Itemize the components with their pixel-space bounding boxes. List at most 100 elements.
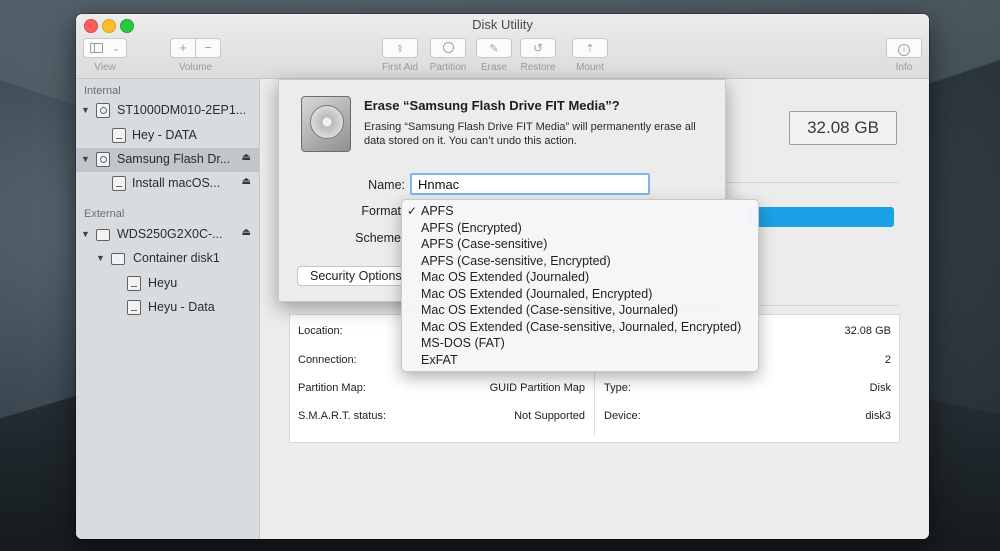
sidebar-item-label: Hey - DATA (132, 128, 197, 142)
disk-icon (96, 103, 110, 118)
erase-label: Erase (480, 62, 508, 73)
format-option-label: Mac OS Extended (Case-sensitive, Journal… (421, 303, 679, 317)
format-option-hfs-journaled-encrypted[interactable]: Mac OS Extended (Journaled, Encrypted) (402, 286, 758, 303)
erase-icon: ✎ (489, 43, 499, 55)
checkmark-icon: ✓ (407, 204, 418, 218)
scheme-label: Scheme (355, 231, 401, 245)
info-smart-status-value: Not Supported (514, 410, 585, 422)
format-option-label: MS-DOS (FAT) (421, 336, 505, 350)
info-icon: i (898, 44, 910, 56)
sidebar-item-label: Container disk1 (133, 251, 220, 265)
sidebar-item-container-disk1[interactable]: ▼ Container disk1 (76, 247, 259, 271)
remove-volume-button[interactable]: − (195, 38, 221, 58)
volume-label: Volume (178, 62, 213, 73)
info-capacity-value: 32.08 GB (844, 325, 891, 337)
add-volume-button[interactable]: + (170, 38, 196, 58)
format-label: Format (361, 204, 401, 218)
eject-icon[interactable]: ⏏ (242, 176, 251, 187)
format-option-label: APFS (Encrypted) (421, 221, 522, 235)
format-option-hfs-case-sensitive-journaled[interactable]: Mac OS Extended (Case-sensitive, Journal… (402, 302, 758, 319)
format-option-apfs[interactable]: ✓ APFS (402, 203, 758, 220)
divider (702, 182, 899, 183)
format-option-ms-dos-fat[interactable]: MS-DOS (FAT) (402, 335, 758, 352)
disk-icon (96, 152, 110, 167)
sidebar-item-wds250[interactable]: ▼ WDS250G2X0C-... ⏏ (76, 223, 259, 247)
sidebar-item-st1000dm010[interactable]: ▼ ST1000DM010-2EP1... (76, 99, 259, 123)
sidebar-item-label: Heyu - Data (148, 300, 215, 314)
partition-label: Partition (429, 62, 467, 73)
first-aid-label: First Aid (381, 62, 419, 73)
container-icon (111, 253, 125, 265)
format-option-label: Mac OS Extended (Journaled) (421, 270, 590, 284)
disclosure-triangle-icon[interactable]: ▼ (81, 154, 90, 164)
hard-drive-icon (96, 229, 110, 241)
eject-icon[interactable]: ⏏ (242, 227, 251, 238)
format-option-apfs-case-sensitive[interactable]: APFS (Case-sensitive) (402, 236, 758, 253)
partition-button[interactable] (430, 38, 466, 58)
sidebar-item-label: Heyu (148, 276, 178, 290)
volume-icon (112, 176, 126, 191)
info-location-label: Location: (298, 325, 343, 337)
format-option-label: Mac OS Extended (Case-sensitive, Journal… (421, 320, 742, 334)
sidebar-toggle-icon (90, 43, 103, 53)
mount-icon: ⇡ (585, 43, 595, 55)
format-option-label: ExFAT (421, 353, 458, 367)
name-label: Name: (368, 178, 405, 192)
info-type-label: Type: (604, 382, 631, 394)
sidebar-item-samsung-flash[interactable]: ▼ Samsung Flash Dr... ⏏ (76, 148, 259, 172)
info-connection-label: Connection: (298, 354, 357, 366)
eject-icon[interactable]: ⏏ (242, 152, 251, 163)
disclosure-triangle-icon[interactable]: ▼ (81, 229, 90, 239)
info-partition-map-label: Partition Map: (298, 382, 366, 394)
toolbar: Disk Utility ⌄ View + − Volume ⚕ First A… (76, 14, 929, 79)
sidebar-item-label: ST1000DM010-2EP1... (117, 103, 247, 117)
capacity-box: 32.08 GB (789, 111, 897, 145)
restore-icon: ↺ (532, 41, 544, 55)
format-option-hfs-journaled[interactable]: Mac OS Extended (Journaled) (402, 269, 758, 286)
sidebar-item-label: Install macOS... (132, 176, 221, 190)
stethoscope-icon: ⚕ (397, 43, 403, 55)
sidebar-item-heyu[interactable]: Heyu (76, 272, 259, 296)
erase-dialog-title: Erase “Samsung Flash Drive FIT Media”? (364, 98, 620, 113)
sidebar-item-install-macos[interactable]: Install macOS... ⏏ (76, 172, 259, 196)
format-option-apfs-case-sensitive-encrypted[interactable]: APFS (Case-sensitive, Encrypted) (402, 253, 758, 270)
volume-icon (127, 300, 141, 315)
view-label: View (94, 62, 116, 73)
info-type-value: Disk (869, 382, 891, 394)
volume-icon (127, 276, 141, 291)
sidebar-header-internal: Internal (84, 85, 121, 97)
security-options-button[interactable]: Security Options (297, 266, 405, 286)
format-option-apfs-encrypted[interactable]: APFS (Encrypted) (402, 220, 758, 237)
disclosure-triangle-icon[interactable]: ▼ (81, 105, 90, 115)
first-aid-button[interactable]: ⚕ (382, 38, 418, 58)
erase-button[interactable]: ✎ (476, 38, 512, 58)
sidebar-item-hey-data[interactable]: Hey - DATA (76, 124, 259, 148)
info-label: Info (895, 62, 913, 73)
format-option-label: APFS (421, 204, 454, 218)
restore-label: Restore (520, 62, 556, 73)
format-option-hfs-case-sensitive-journaled-encrypted[interactable]: Mac OS Extended (Case-sensitive, Journal… (402, 319, 758, 336)
sidebar-item-label: WDS250G2X0C-... (117, 227, 223, 241)
format-option-label: APFS (Case-sensitive, Encrypted) (421, 254, 611, 268)
restore-button[interactable]: ↺ (520, 38, 556, 58)
info-device-label: Device: (604, 410, 641, 422)
format-option-label: APFS (Case-sensitive) (421, 237, 548, 251)
hard-drive-icon (301, 96, 351, 152)
sidebar-item-heyu-data[interactable]: Heyu - Data (76, 296, 259, 320)
sidebar-item-label: Samsung Flash Dr... (117, 152, 231, 166)
disclosure-triangle-icon[interactable]: ▼ (96, 253, 105, 263)
info-button[interactable]: i (886, 38, 922, 58)
mount-label: Mount (576, 62, 604, 73)
sidebar-header-external: External (84, 208, 125, 220)
name-field[interactable] (410, 173, 650, 195)
info-smart-status-label: S.M.A.R.T. status: (298, 410, 387, 422)
format-menu: ✓ APFS APFS (Encrypted) APFS (Case-sensi… (401, 199, 759, 372)
window-title: Disk Utility (472, 17, 533, 32)
mount-button[interactable]: ⇡ (572, 38, 608, 58)
usage-bar (748, 207, 894, 227)
view-button[interactable]: ⌄ (83, 38, 127, 58)
info-device-value: disk3 (865, 410, 891, 422)
format-option-exfat[interactable]: ExFAT (402, 352, 758, 369)
volume-icon (112, 128, 126, 143)
format-option-label: Mac OS Extended (Journaled, Encrypted) (421, 287, 653, 301)
